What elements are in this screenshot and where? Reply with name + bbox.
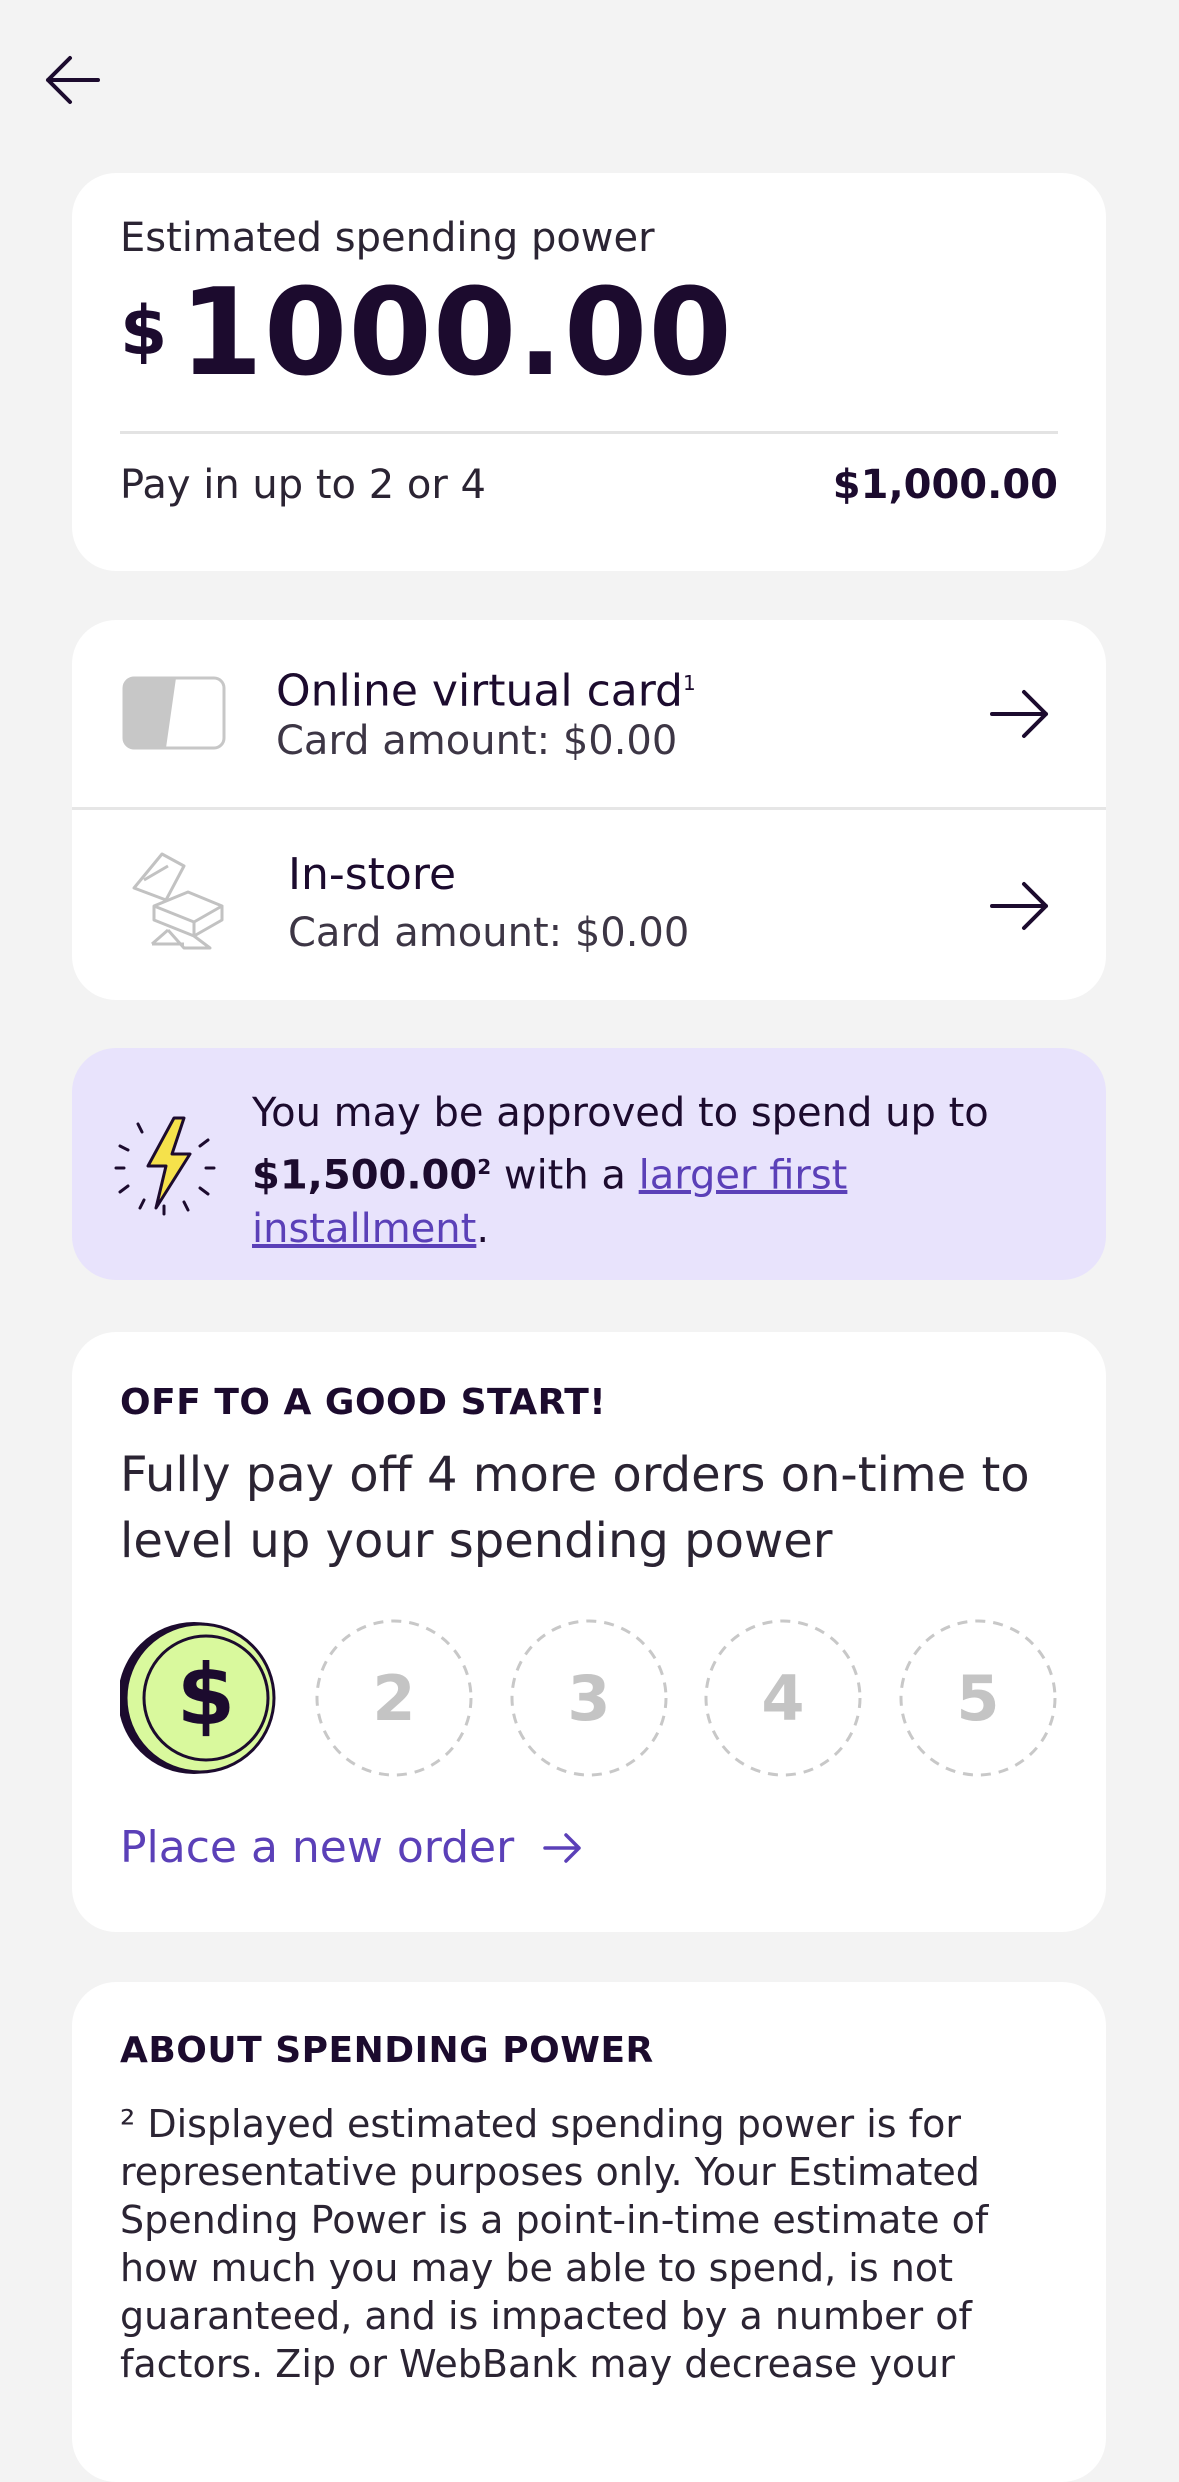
place-new-order-label: Place a new order — [120, 1822, 515, 1873]
about-title: ABOUT SPENDING POWER — [120, 2030, 654, 2071]
arrow-right-icon — [990, 690, 1048, 738]
currency-symbol: $ — [120, 292, 168, 371]
online-card-amount: Card amount: $0.00 — [276, 718, 678, 764]
progress-card: OFF TO A GOOD START! Fully pay off 4 mor… — [72, 1332, 1106, 1932]
promo-amount: $1,500.00 — [252, 1152, 478, 1199]
in-store-icon — [132, 852, 224, 950]
back-arrow-icon[interactable] — [36, 40, 108, 112]
footnote-marker: 2 — [477, 1155, 492, 1179]
online-virtual-card-title: Online virtual card1 — [276, 656, 696, 719]
spending-power-label: Estimated spending power — [120, 215, 655, 261]
step-3-circle: 3 — [510, 1619, 668, 1777]
divider — [120, 431, 1058, 434]
place-new-order-link[interactable]: Place a new order — [120, 1822, 584, 1873]
lightning-icon — [114, 1116, 216, 1216]
footnote-marker: 1 — [682, 671, 696, 695]
pay-label: Pay in up to 2 or 4 — [120, 462, 486, 508]
progress-eyebrow: OFF TO A GOOD START! — [120, 1382, 607, 1423]
about-spending-power-card: ABOUT SPENDING POWER ² Displayed estimat… — [72, 1982, 1106, 2482]
pay-row: Pay in up to 2 or 4 $1,000.00 — [120, 462, 1058, 508]
promo-banner: You may be approved to spend up to $1,50… — [72, 1048, 1106, 1280]
spending-power-amount: $ 1000.00 — [120, 274, 1058, 394]
progress-description: Fully pay off 4 more orders on-time to l… — [120, 1447, 1030, 1569]
step-2-circle: 2 — [315, 1619, 473, 1777]
step-5-circle: 5 — [899, 1619, 1057, 1777]
promo-text-start: You may be approved to spend up to — [252, 1090, 989, 1136]
promo-text-end: . — [476, 1206, 490, 1253]
promo-text-middle: with a — [491, 1152, 639, 1199]
coin-step-icon: $ — [120, 1622, 276, 1774]
spending-power-value: 1000.00 — [179, 264, 733, 403]
card-title-text: Online virtual card — [276, 665, 683, 717]
in-store-title: In-store — [288, 849, 457, 900]
progress-steps: $ 2 3 4 5 — [120, 1618, 1060, 1778]
step-4-label: 4 — [761, 1662, 804, 1735]
card-options: Online virtual card1 Card amount: $0.00 … — [72, 620, 1106, 1000]
online-virtual-card-row[interactable]: Online virtual card1 Card amount: $0.00 — [72, 620, 1106, 810]
step-5-label: 5 — [956, 1662, 999, 1735]
pay-amount: $1,000.00 — [832, 462, 1058, 508]
step-4-circle: 4 — [704, 1619, 862, 1777]
arrow-right-icon — [990, 882, 1048, 930]
in-store-card-amount: Card amount: $0.00 — [288, 910, 690, 956]
arrow-right-icon — [543, 1832, 581, 1863]
about-body: ² Displayed estimated spending power is … — [120, 2102, 989, 2386]
in-store-row[interactable]: In-store Card amount: $0.00 — [72, 812, 1106, 1000]
promo-text: You may be approved to spend up to $1,50… — [252, 1086, 1072, 1256]
step-2-label: 2 — [372, 1662, 415, 1735]
step-3-label: 3 — [567, 1662, 610, 1735]
virtual-card-icon — [122, 676, 226, 750]
coin-step-label: $ — [177, 1646, 235, 1744]
spending-power-card: Estimated spending power $ 1000.00 Pay i… — [72, 173, 1106, 571]
